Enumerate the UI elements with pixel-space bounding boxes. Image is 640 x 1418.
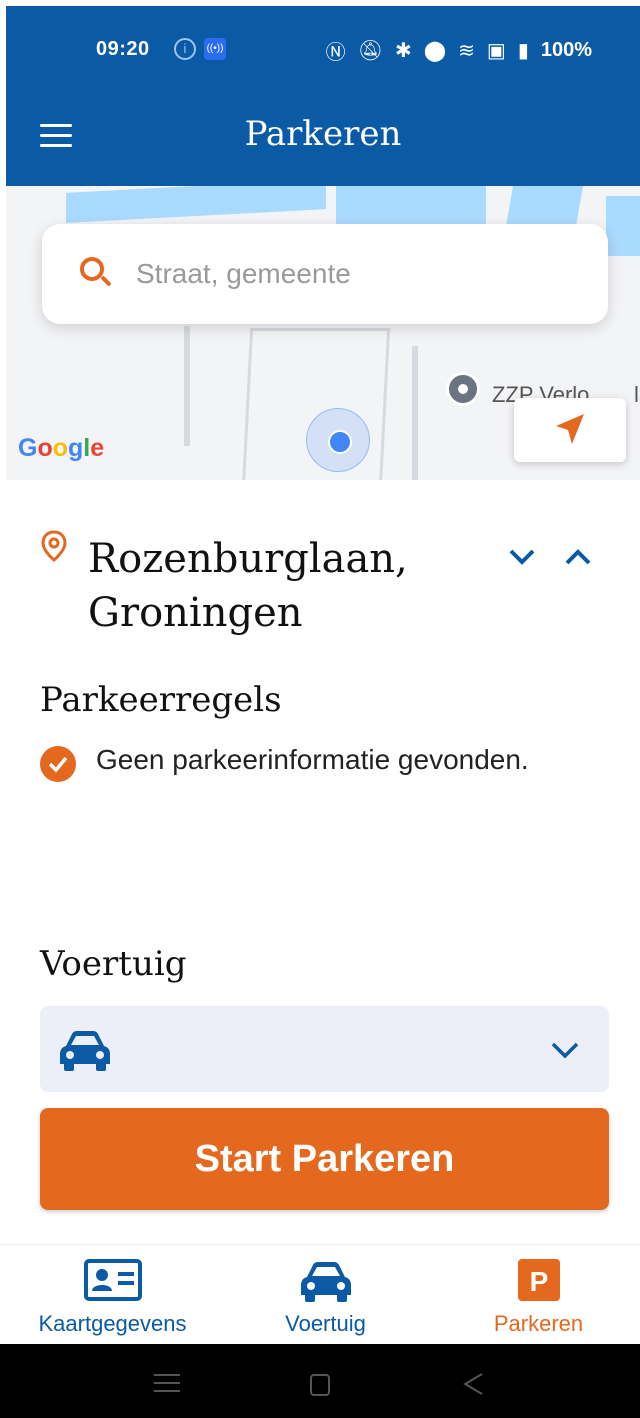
status-icons: Ⓝ 🔕︎ ✱ ⬤ ≋ ▣ ▮ 100% — [326, 36, 592, 65]
car-icon — [300, 1262, 351, 1302]
battery-icon: ▮ — [517, 40, 529, 62]
app-bar: 09:20 i ((•)) Ⓝ 🔕︎ ✱ ⬤ ≋ ▣ ▮ 100% Parker… — [6, 6, 640, 186]
bottom-navigation: Kaartgegevens Voertuig P Parkeren — [0, 1244, 640, 1344]
bluetooth-icon: ✱ — [395, 40, 412, 62]
nav-item-voertuig[interactable]: Voertuig — [219, 1245, 432, 1345]
check-circle-icon — [40, 746, 76, 782]
parking-rules-heading: Parkeerregels — [40, 680, 282, 720]
nav-item-kaartgegevens[interactable]: Kaartgegevens — [6, 1245, 219, 1345]
vehicle-heading: Voertuig — [40, 944, 187, 984]
street-name: Rozenburglaan, — [88, 536, 408, 582]
map-water — [66, 186, 326, 223]
car-icon — [60, 1031, 110, 1071]
id-card-icon — [83, 1259, 142, 1301]
recent-apps-icon[interactable] — [154, 1374, 180, 1394]
city-name: Groningen — [88, 590, 303, 636]
nav-label-parkeren: Parkeren — [493, 1311, 584, 1336]
chevron-down-icon — [551, 1042, 579, 1059]
status-bar: 09:20 i ((•)) Ⓝ 🔕︎ ✱ ⬤ ≋ ▣ ▮ 100% — [6, 6, 640, 96]
map-water — [606, 196, 640, 256]
n-icon: Ⓝ — [325, 42, 346, 64]
map[interactable]: ZZP Verlo la Google — [6, 186, 640, 480]
system-navigation-bar — [0, 1344, 640, 1418]
mute-icon: 🔕︎ — [357, 40, 383, 62]
svg-text:P: P — [529, 1266, 548, 1297]
google-logo: Google — [18, 434, 105, 462]
poi-label-right: la — [634, 382, 640, 407]
parking-rule-text: Geen parkeerinformatie gevonden. — [96, 744, 529, 775]
wifi-icon: ≋ — [458, 40, 475, 62]
nfc-icon: ((•)) — [204, 38, 226, 60]
info-icon: i — [174, 38, 196, 60]
sim-icon: ▣ — [486, 40, 506, 62]
back-icon[interactable] — [462, 1372, 484, 1396]
start-parking-button[interactable]: Start Parkeren — [40, 1108, 609, 1210]
status-time: 09:20 — [96, 38, 150, 60]
navigation-arrow-icon — [556, 414, 584, 444]
search-bar[interactable] — [42, 224, 608, 324]
locate-me-button[interactable] — [514, 398, 626, 462]
map-water — [336, 186, 486, 226]
chevron-down-icon[interactable] — [508, 546, 536, 568]
battery-level: 100% — [540, 39, 592, 61]
location-icon: ⬤ — [423, 40, 447, 62]
nav-label-kaartgegevens: Kaartgegevens — [38, 1311, 187, 1336]
my-location-marker — [306, 408, 370, 472]
poi-marker-icon[interactable] — [446, 372, 480, 406]
nav-label-voertuig: Voertuig — [285, 1311, 366, 1336]
page-title: Parkeren — [244, 114, 402, 154]
vehicle-select[interactable] — [40, 1006, 609, 1092]
nav-item-parkeren[interactable]: P Parkeren — [432, 1245, 640, 1345]
parking-icon: P — [517, 1259, 560, 1301]
location-pin-icon — [41, 530, 67, 562]
location-address: Rozenburglaan, Groningen — [88, 532, 488, 640]
map-road — [412, 346, 418, 480]
chevron-up-icon[interactable] — [564, 546, 592, 568]
search-input[interactable] — [136, 258, 556, 290]
search-icon — [80, 257, 114, 291]
home-icon[interactable] — [310, 1374, 330, 1396]
map-road — [184, 326, 190, 446]
